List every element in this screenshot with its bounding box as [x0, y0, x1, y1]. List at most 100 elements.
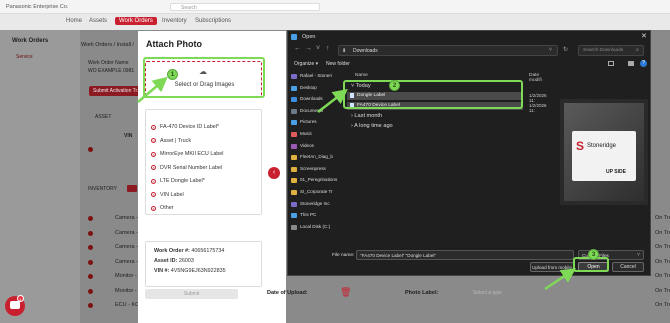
folder-icon — [291, 120, 297, 126]
folder-icon — [291, 190, 297, 195]
tree-item[interactable]: 01_Peregrinations — [300, 177, 337, 182]
filename-input[interactable]: "FA470 Device Label" "Dongle Label" — [356, 250, 574, 260]
column-name[interactable]: Name — [355, 73, 368, 78]
dialog-search-input[interactable]: Search Downloads ⌕ — [578, 45, 644, 56]
inventory-status: On Truck — [655, 287, 670, 294]
folder-icon — [291, 213, 297, 219]
sidebar: Work Orders Service — [0, 30, 80, 323]
folder-icon — [291, 108, 297, 114]
photo-label-item: FA-470 Device ID Label* — [160, 124, 220, 130]
organize-button[interactable]: Organize ▾ — [294, 61, 318, 67]
modal-title: Attach Photo — [146, 39, 202, 49]
tree-item[interactable]: Documents — [300, 108, 323, 113]
inventory-status: On Truck — [655, 244, 670, 250]
inventory-status: On Truck — [655, 229, 670, 236]
address-dropdown-icon[interactable]: ˅ — [549, 47, 552, 53]
group-long-ago[interactable]: › A long time ago — [351, 123, 393, 129]
up-arrow-icon[interactable]: ↑ — [326, 45, 330, 52]
tree-item[interactable]: Pictures — [300, 119, 317, 124]
preview-sub: UP SIDE — [606, 169, 626, 175]
submit-activation-button[interactable]: Submit Activation Tr... — [89, 86, 146, 96]
remove-icon[interactable] — [88, 274, 93, 279]
tree-item[interactable]: Local Disk (C:) — [300, 224, 330, 229]
cancel-button[interactable]: Cancel — [612, 262, 644, 272]
nav-inventory[interactable]: Inventory — [162, 18, 187, 24]
inventory-add-button[interactable] — [127, 185, 137, 192]
search-placeholder: Search — [181, 5, 197, 11]
dialog-search-placeholder: Search Downloads — [583, 48, 624, 53]
vin-header: VIN — [124, 133, 133, 139]
wo-number-row: Work Order #: 40656175734 — [154, 248, 225, 254]
wo-name-label: Work Order Name — [88, 60, 129, 66]
date-upload-label: Date of Upload: — [267, 290, 308, 296]
recent-chevron-icon[interactable]: ˅ — [316, 45, 320, 52]
column-date[interactable]: Date modifi — [529, 73, 542, 83]
sidebar-title: Work Orders — [12, 38, 49, 44]
remove-icon[interactable] — [88, 303, 93, 308]
remove-icon[interactable] — [88, 259, 93, 265]
address-bar[interactable]: ⬇ Downloads ˅ — [338, 45, 558, 56]
photo-label-item: MirrorEye MKII ECU Label — [160, 151, 224, 157]
submit-button[interactable]: Submit — [145, 289, 238, 299]
help-icon[interactable]: ? — [640, 60, 647, 67]
photo-label-select[interactable]: Select a type — [473, 290, 502, 296]
stoneridge-logo-icon: S — [576, 139, 585, 153]
folder-tree: Rafael - Stoneri Desktop Downloads Document… — [290, 71, 340, 249]
folder-icon — [291, 85, 297, 91]
forward-arrow-icon[interactable]: → — [305, 45, 312, 52]
filename-label: File name: — [332, 253, 355, 258]
nav-work-orders[interactable]: Work Orders — [115, 17, 157, 25]
remove-icon[interactable] — [88, 216, 93, 221]
folder-icon — [291, 97, 297, 103]
missing-label-icon: × — [151, 124, 156, 130]
remove-icon[interactable] — [88, 288, 93, 294]
upload-from-mobile-button[interactable]: Upload from mobile — [530, 262, 574, 272]
close-icon[interactable]: ✕ — [641, 32, 647, 40]
step-3-marker: 3 — [588, 249, 599, 260]
photo-label-item: Asset | Truck — [160, 137, 192, 144]
photo-label-item: Other — [160, 205, 174, 211]
files-highlight — [343, 80, 523, 109]
org-name: Panasonic Enterprise Co. — [6, 4, 69, 10]
dialog-title: Open — [302, 34, 316, 40]
nav-assets[interactable]: Assets — [89, 18, 107, 24]
view-options-icon[interactable] — [608, 61, 614, 66]
remove-icon[interactable] — [88, 230, 93, 236]
tree-item[interactable]: Screenpress — [300, 166, 326, 171]
tree-item[interactable]: FleetAn_Diag_b — [300, 154, 333, 159]
trash-icon[interactable]: 🗑 — [340, 287, 351, 298]
photo-label-item: VIN Label — [160, 191, 184, 198]
tree-item[interactable]: Desktop — [300, 85, 317, 90]
preview-pane-icon[interactable] — [628, 61, 634, 66]
new-folder-button[interactable]: New folder — [326, 61, 350, 67]
sidebar-item-service[interactable]: Service — [16, 54, 33, 60]
remove-icon[interactable] — [88, 147, 93, 152]
remove-icon[interactable] — [88, 245, 93, 250]
folder-icon — [291, 166, 297, 172]
file-date: 1/2/2026 11: — [529, 93, 547, 103]
nav-subscriptions[interactable]: Subscriptions — [195, 18, 231, 24]
tree-item[interactable]: Music — [300, 131, 312, 136]
folder-icon — [291, 155, 297, 161]
search-input[interactable]: Search — [170, 3, 320, 11]
tree-item[interactable]: Stoneridge Inc — [300, 201, 330, 206]
breadcrumb[interactable]: Work Orders / Install / — [81, 42, 134, 48]
chevron-left-icon[interactable]: ‹ — [268, 167, 280, 179]
tree-item[interactable]: Rafael - Stoneri — [300, 73, 332, 78]
photo-labels-checklist: × FA-470 Device ID Label* × Asset | Truck × M… — [145, 109, 262, 215]
tree-item[interactable]: SI_Corporate Tr — [300, 189, 333, 194]
tree-item[interactable]: Videos — [300, 143, 314, 148]
tree-item[interactable]: Downloads — [300, 96, 323, 101]
inventory-status: On Truck — [655, 258, 670, 265]
folder-icon — [291, 178, 297, 184]
group-last-month[interactable]: › Last month — [351, 113, 382, 119]
wo-name-value: WO EXAMPLE 0981 — [88, 68, 135, 74]
main-nav: Home Assets Work Orders Inventory Subscr… — [0, 14, 670, 30]
nav-home[interactable]: Home — [66, 18, 82, 24]
top-bar: Panasonic Enterprise Co. Search — [0, 0, 670, 14]
tree-item[interactable]: This PC — [300, 212, 316, 217]
back-arrow-icon[interactable]: ← — [294, 45, 301, 52]
preview-brand: Stoneridge — [587, 143, 617, 149]
refresh-icon[interactable]: ↻ — [563, 46, 568, 53]
folder-icon — [291, 143, 297, 149]
